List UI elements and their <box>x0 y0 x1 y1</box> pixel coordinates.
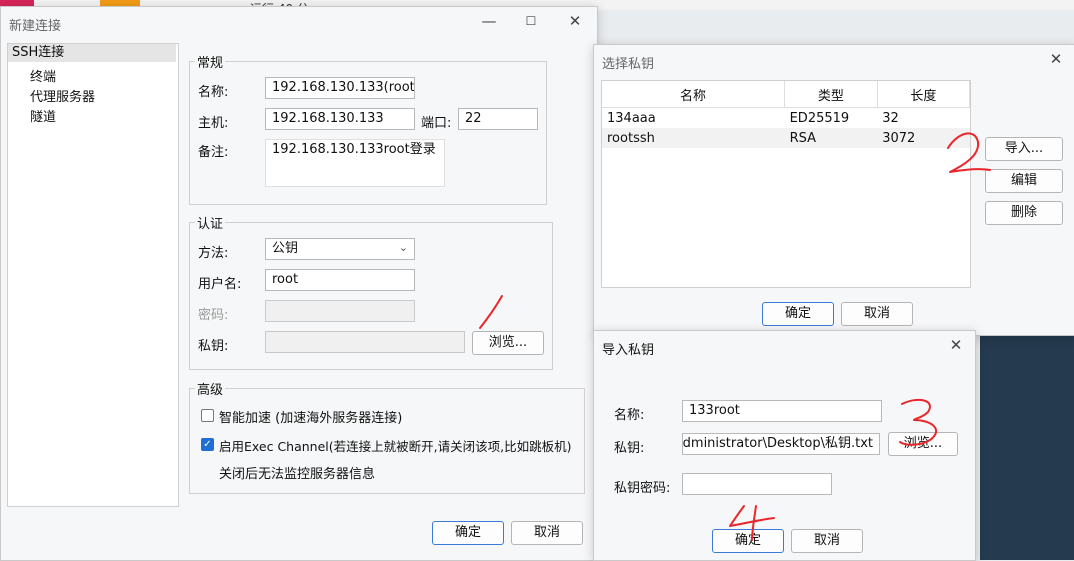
password-label: 密码: <box>198 308 229 323</box>
username-label: 用户名: <box>198 277 242 292</box>
chevron-down-icon: ⌄ <box>398 241 408 254</box>
column-header-type[interactable]: 类型 <box>784 81 878 108</box>
close-icon[interactable]: ✕ <box>1046 49 1066 69</box>
desktop-background-area <box>980 330 1074 560</box>
key-type: ED25519 <box>789 110 850 126</box>
smart-accel-label: 智能加速 (加速海外服务器连接) <box>219 411 403 426</box>
tree-item-proxy[interactable]: 代理服务器 <box>30 86 95 105</box>
note-label: 备注: <box>198 145 229 160</box>
auth-group-label: 认证 <box>195 213 226 232</box>
key-type: RSA <box>784 128 878 148</box>
import-browse-button[interactable]: 浏览... <box>888 432 958 456</box>
smart-accel-checkbox[interactable] <box>201 409 214 422</box>
import-key-path-value: Administrator\Desktop\私钥.txt <box>682 436 873 451</box>
import-name-field[interactable]: 133root <box>682 400 882 422</box>
username-field[interactable]: root <box>265 269 415 291</box>
passphrase-field[interactable] <box>682 473 832 495</box>
general-group-label: 常规 <box>195 52 226 71</box>
port-label: 端口: <box>421 116 452 131</box>
maximize-icon[interactable]: ☐ <box>521 11 541 31</box>
exec-channel-checkbox[interactable]: ✓ <box>201 438 214 451</box>
window-title: 选择私钥 <box>602 57 655 72</box>
cancel-button[interactable]: 取消 <box>511 521 583 545</box>
name-field[interactable]: 192.168.130.133(root <box>265 77 415 99</box>
close-icon[interactable]: ✕ <box>565 11 585 31</box>
port-field[interactable]: 22 <box>458 108 538 130</box>
import-key-path-field[interactable]: Administrator\Desktop\私钥.txt <box>682 433 880 455</box>
private-key-label: 私钥: <box>198 339 229 354</box>
delete-key-button[interactable]: 删除 <box>985 201 1063 225</box>
tree-item-ssh[interactable]: SSH连接 <box>8 44 176 62</box>
table-row[interactable]: rootssh RSA 3072 <box>602 128 970 148</box>
import-key-button[interactable]: 导入... <box>985 137 1063 161</box>
ok-button[interactable]: 确定 <box>712 529 784 553</box>
key-name: rootssh <box>602 128 785 148</box>
key-name: 134aaa <box>607 110 656 126</box>
key-list: 名称 类型 长度 134aaa ED25519 32 rootssh RSA 3… <box>601 80 971 288</box>
exec-channel-note: 关闭后无法监控服务器信息 <box>219 467 376 482</box>
tree-item-terminal[interactable]: 终端 <box>30 66 56 85</box>
window-title: 导入私钥 <box>602 343 655 358</box>
ok-button[interactable]: 确定 <box>432 521 504 545</box>
close-icon[interactable]: ✕ <box>946 335 966 355</box>
method-select[interactable]: 公钥 ⌄ <box>265 238 415 260</box>
import-name-label: 名称: <box>614 408 645 423</box>
advanced-group-label: 高级 <box>195 379 226 398</box>
host-label: 主机: <box>198 116 229 131</box>
password-field <box>265 300 415 322</box>
cancel-button[interactable]: 取消 <box>791 529 863 553</box>
minimize-icon[interactable]: — <box>479 11 499 31</box>
column-header-name[interactable]: 名称 <box>602 81 786 108</box>
key-length: 32 <box>882 110 899 126</box>
tree-item-tunnel[interactable]: 隧道 <box>30 106 56 125</box>
new-connection-window: 新建连接 — ☐ ✕ SSH连接 终端 代理服务器 隧道 常规 名称: 192.… <box>0 6 598 561</box>
window-title: 新建连接 <box>9 19 62 34</box>
ok-button[interactable]: 确定 <box>762 302 834 326</box>
edit-key-button[interactable]: 编辑 <box>985 169 1063 193</box>
import-key-label: 私钥: <box>614 441 645 456</box>
method-selected-value: 公钥 <box>272 241 299 256</box>
table-row[interactable]: 134aaa ED25519 32 <box>602 108 970 129</box>
column-header-length[interactable]: 长度 <box>877 81 971 108</box>
import-key-window: 导入私钥 ✕ 名称: 133root 私钥: Administrator\Des… <box>593 330 976 561</box>
select-key-window: 选择私钥 ✕ 名称 类型 长度 134aaa ED25519 32 rootss… <box>593 44 1074 336</box>
private-key-field <box>265 331 465 353</box>
settings-tree: SSH连接 终端 代理服务器 隧道 <box>7 43 179 507</box>
host-field[interactable]: 192.168.130.133 <box>265 108 415 130</box>
name-label: 名称: <box>198 85 229 100</box>
passphrase-label: 私钥密码: <box>614 481 671 496</box>
exec-channel-label: 启用Exec Channel(若连接上就被断开,请关闭该项,比如跳板机) <box>219 439 572 454</box>
key-length: 3072 <box>877 128 970 148</box>
cancel-button[interactable]: 取消 <box>841 302 913 326</box>
note-field[interactable]: 192.168.130.133root登录 <box>265 139 445 187</box>
method-label: 方法: <box>198 246 229 261</box>
browse-key-button[interactable]: 浏览... <box>472 331 544 355</box>
